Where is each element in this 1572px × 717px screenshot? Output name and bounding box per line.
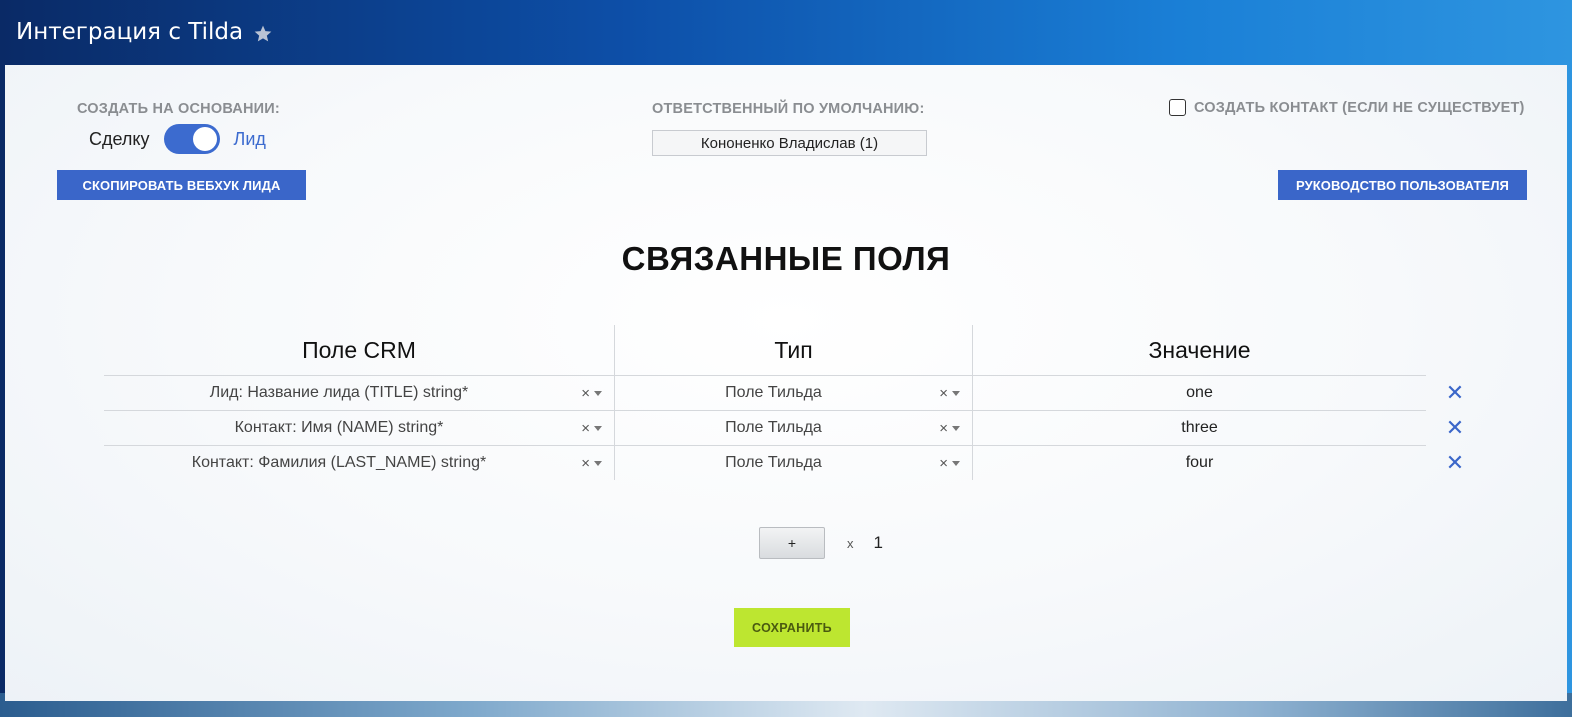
create-contact-option[interactable]: СОЗДАТЬ КОНТАКТ (ЕСЛИ НЕ СУЩЕСТВУЕТ) — [1169, 99, 1525, 116]
value-field[interactable]: four — [972, 445, 1426, 480]
column-header-type: Тип — [614, 325, 972, 375]
add-count-field[interactable]: 1 — [874, 533, 883, 553]
responsible-select[interactable]: Кононенко Владислав (1) — [652, 130, 927, 156]
toggle-option-lead[interactable]: Лид — [234, 129, 266, 150]
column-header-crm: Поле CRM — [302, 336, 416, 363]
crm-field-select[interactable]: Контакт: Имя (NAME) string* × — [104, 410, 614, 445]
toggle-knob — [192, 127, 217, 151]
crm-field-value: Контакт: Фамилия (LAST_NAME) string* — [191, 454, 487, 471]
create-contact-checkbox[interactable] — [1169, 99, 1186, 116]
clear-icon[interactable]: × — [581, 385, 590, 402]
save-button[interactable]: СОХРАНИТЬ — [734, 608, 850, 647]
basis-toggle-row: Сделку Лид — [89, 124, 266, 154]
crm-field-select[interactable]: Контакт: Фамилия (LAST_NAME) string* × — [104, 445, 614, 480]
add-field-controls: + x 1 — [759, 527, 883, 559]
linked-fields-table: Поле CRM Тип Значение Лид: Название лида… — [104, 325, 1484, 480]
create-contact-label: СОЗДАТЬ КОНТАКТ (ЕСЛИ НЕ СУЩЕСТВУЕТ) — [1194, 99, 1525, 116]
table-row: Контакт: Фамилия (LAST_NAME) string* × П… — [104, 445, 1484, 480]
main-panel: СОЗДАТЬ НА ОСНОВАНИИ: Сделку Лид ОТВЕТСТ… — [5, 65, 1567, 701]
toggle-option-deal[interactable]: Сделку — [89, 129, 150, 150]
value-field[interactable]: three — [972, 410, 1426, 445]
column-header-value: Значение — [972, 325, 1426, 375]
delete-row-icon[interactable]: ✕ — [1426, 410, 1484, 445]
basis-label: СОЗДАТЬ НА ОСНОВАНИИ: — [77, 101, 280, 117]
clear-icon[interactable]: × — [581, 420, 590, 437]
delete-row-icon[interactable]: ✕ — [1426, 445, 1484, 480]
chevron-down-icon[interactable] — [594, 460, 602, 466]
multiplier-label: x — [847, 535, 854, 551]
clear-icon[interactable]: × — [939, 420, 948, 437]
chevron-down-icon[interactable] — [594, 390, 602, 396]
value-text: three — [1181, 419, 1218, 436]
table-row: Контакт: Имя (NAME) string* × Поле Тильд… — [104, 410, 1484, 445]
value-field[interactable]: one — [972, 375, 1426, 410]
chevron-down-icon[interactable] — [952, 390, 960, 396]
clear-icon[interactable]: × — [939, 455, 948, 472]
star-icon[interactable] — [253, 24, 273, 44]
chevron-down-icon[interactable] — [594, 425, 602, 431]
table-row: Лид: Название лида (TITLE) string* × Пол… — [104, 375, 1484, 410]
user-guide-button[interactable]: РУКОВОДСТВО ПОЛЬЗОВАТЕЛЯ — [1278, 170, 1527, 200]
page-title: Интеграция с Tilda — [16, 19, 244, 45]
table-header: Поле CRM Тип Значение — [104, 325, 1484, 375]
type-value: Поле Тильда — [725, 419, 822, 436]
type-value: Поле Тильда — [725, 384, 822, 401]
clear-icon[interactable]: × — [581, 455, 590, 472]
type-select[interactable]: Поле Тильда × — [614, 375, 972, 410]
value-text: one — [1186, 384, 1213, 401]
page-header: Интеграция с Tilda — [0, 0, 1572, 64]
crm-field-select[interactable]: Лид: Название лида (TITLE) string* × — [104, 375, 614, 410]
type-select[interactable]: Поле Тильда × — [614, 445, 972, 480]
copy-webhook-button[interactable]: СКОПИРОВАТЬ ВЕБХУК ЛИДА — [57, 170, 306, 200]
basis-toggle-switch[interactable] — [163, 124, 220, 154]
type-value: Поле Тильда — [725, 454, 822, 471]
delete-row-icon[interactable]: ✕ — [1426, 375, 1484, 410]
chevron-down-icon[interactable] — [952, 460, 960, 466]
clear-icon[interactable]: × — [939, 385, 948, 402]
value-text: four — [1185, 454, 1214, 471]
chevron-down-icon[interactable] — [952, 425, 960, 431]
add-field-button[interactable]: + — [759, 527, 825, 559]
responsible-label: ОТВЕТСТВЕННЫЙ ПО УМОЛЧАНИЮ: — [652, 101, 925, 117]
section-title: СВЯЗАННЫЕ ПОЛЯ — [621, 240, 951, 277]
type-select[interactable]: Поле Тильда × — [614, 410, 972, 445]
crm-field-value: Контакт: Имя (NAME) string* — [234, 419, 444, 436]
responsible-value: Кононенко Владислав (1) — [700, 134, 879, 152]
crm-field-value: Лид: Название лида (TITLE) string* — [209, 384, 469, 401]
